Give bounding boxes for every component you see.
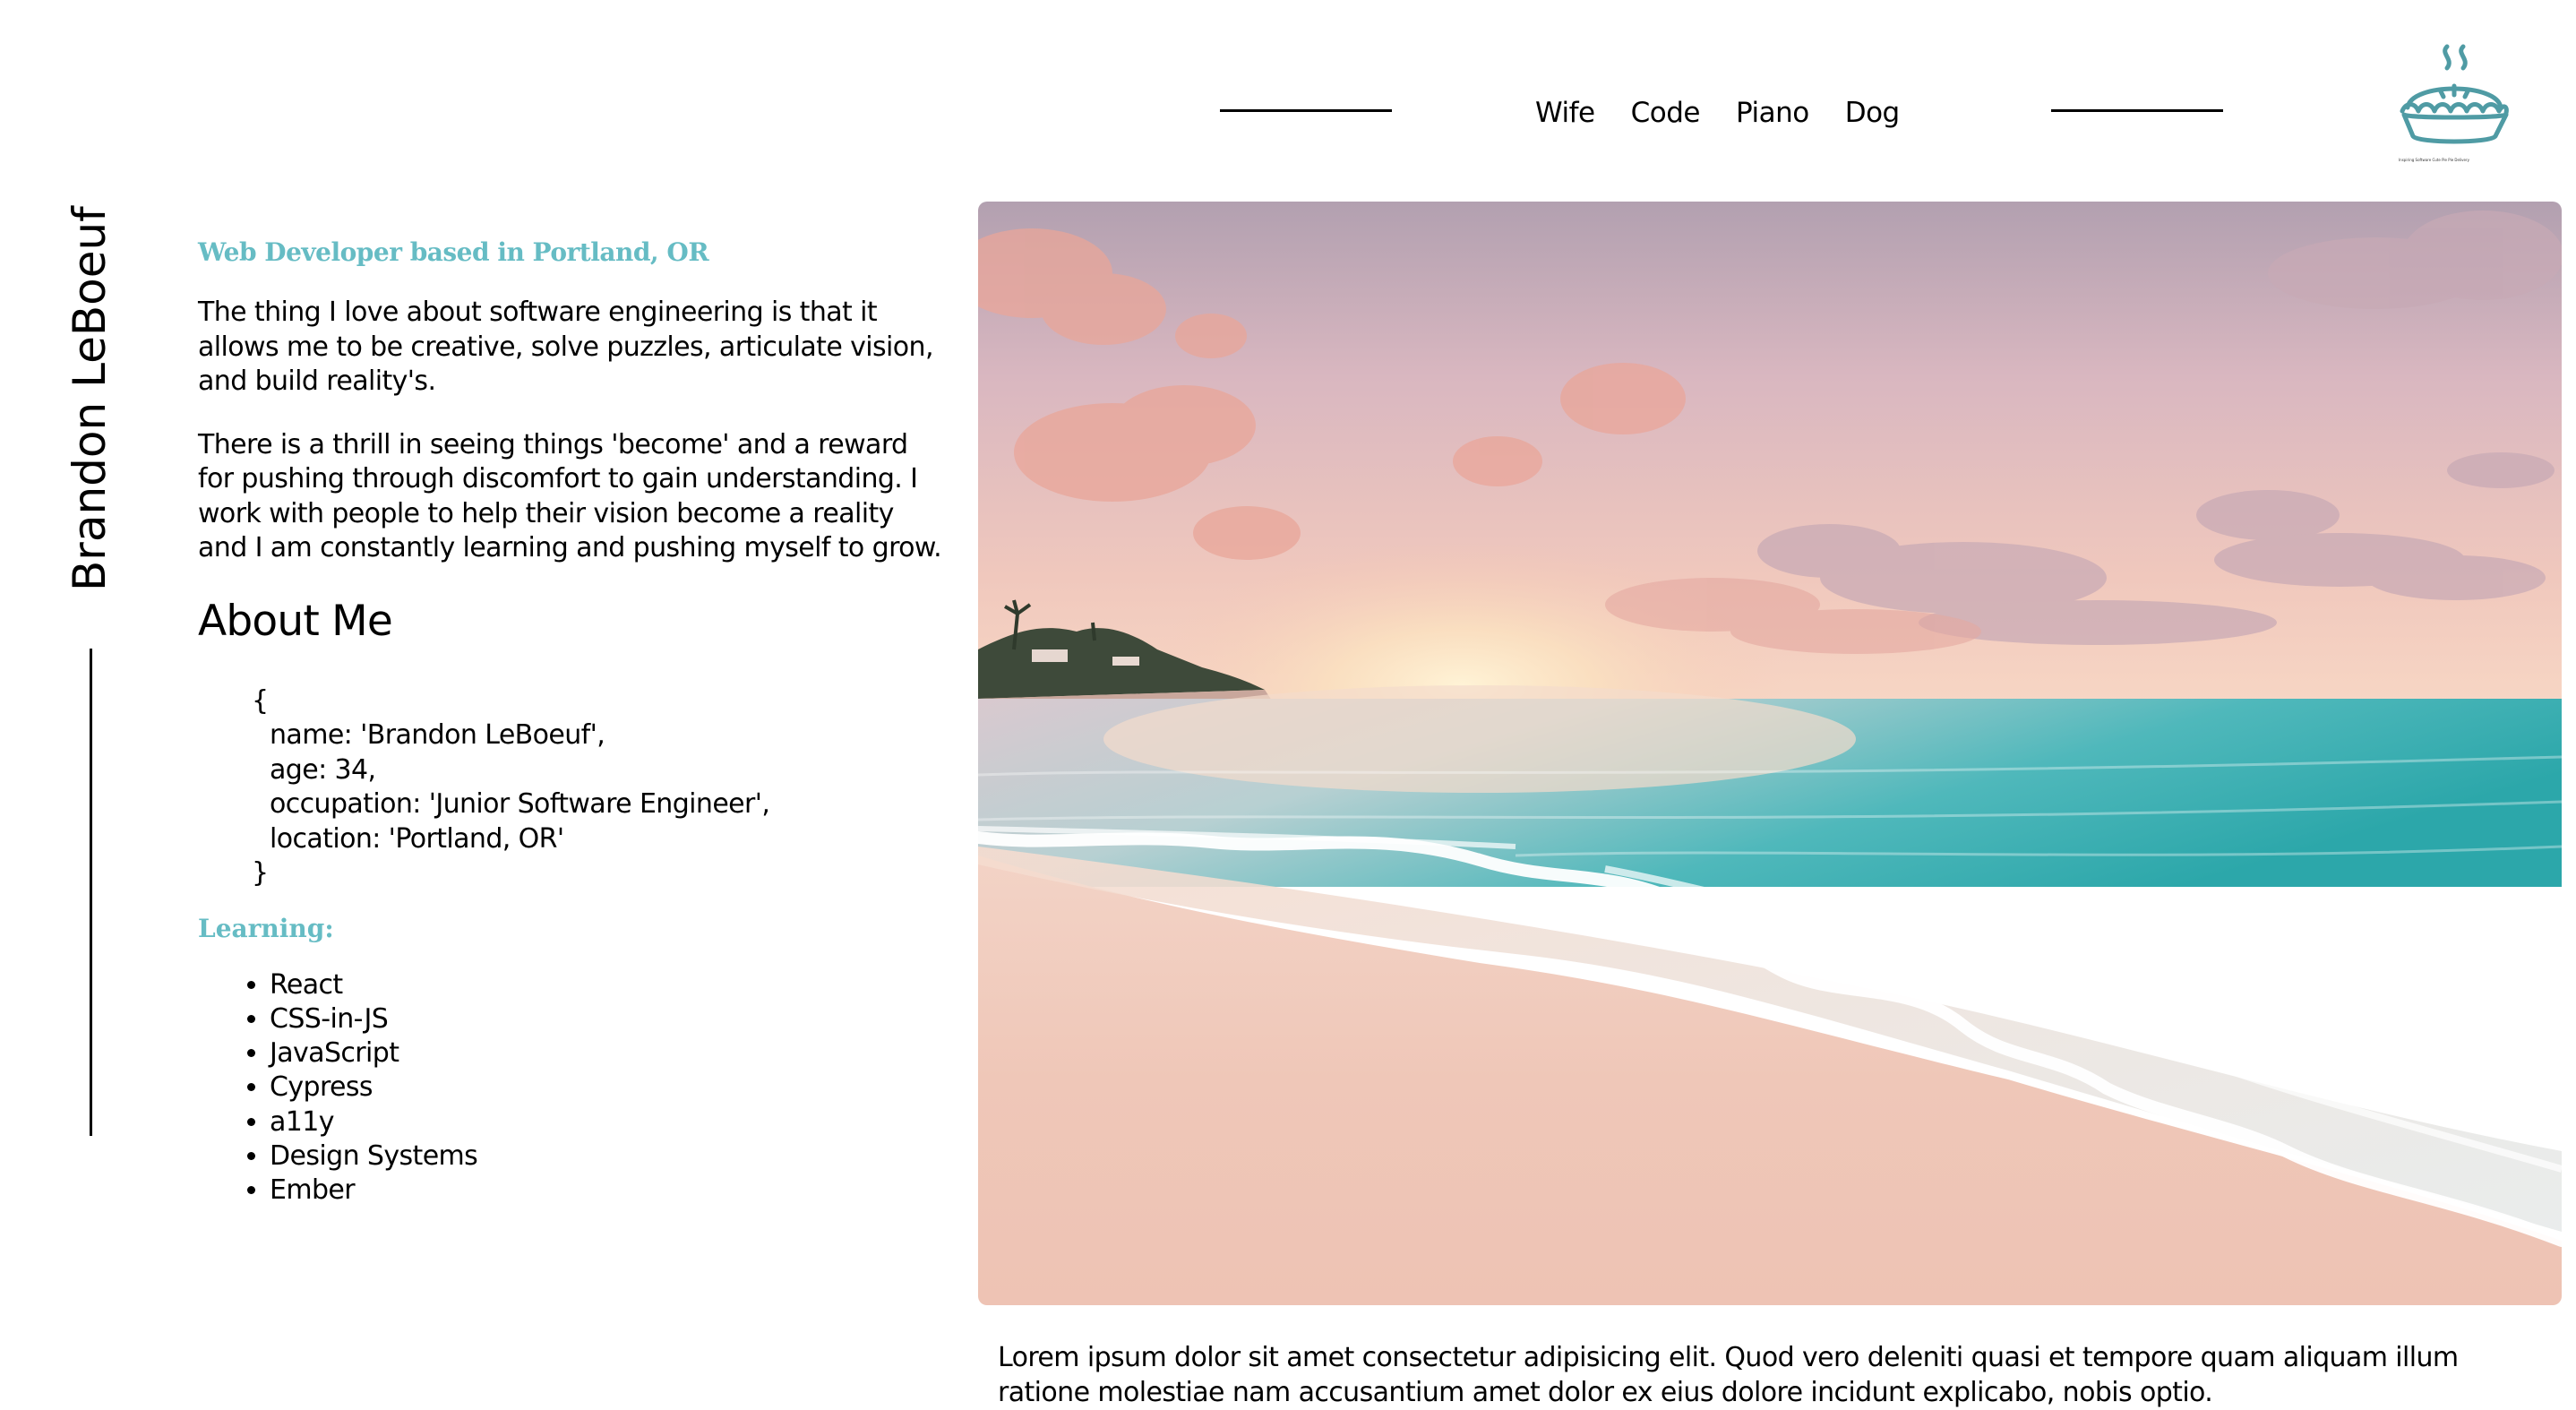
- image-caption: Lorem ipsum dolor sit amet consectetur a…: [998, 1342, 2459, 1408]
- intro-content: Web Developer based in Portland, OR The …: [198, 235, 942, 1208]
- list-item: CSS-in-JS: [270, 1002, 941, 1036]
- nav-divider-right: [2051, 109, 2223, 112]
- learning-list: React CSS-in-JS JavaScript Cypress a11y …: [198, 968, 941, 1208]
- sidebar-divider: [90, 649, 92, 1136]
- about-line-occupation: occupation: 'Junior Software Engineer',: [270, 788, 770, 820]
- vertical-name: Brandon LeBoeuf: [64, 206, 116, 591]
- learning-heading: Learning:: [198, 913, 334, 943]
- site-logo[interactable]: Inspiring Software Cute Pie Pie Delivery: [2391, 39, 2517, 174]
- intro-paragraph-1: The thing I love about software engineer…: [198, 297, 933, 397]
- about-line-age: age: 34,: [270, 753, 376, 786]
- list-item: Ember: [270, 1174, 941, 1208]
- about-object: { name: 'Brandon LeBoeuf', age: 34, occu…: [252, 684, 941, 891]
- list-item: a11y: [270, 1105, 941, 1139]
- nav-links: Wife Code Piano Dog: [1535, 84, 1900, 142]
- hero-image: [978, 202, 2562, 1305]
- pie-icon: [2400, 44, 2509, 144]
- nav-link-piano[interactable]: Piano: [1736, 97, 1809, 129]
- logo-caption: Inspiring Software Cute Pie Pie Delivery: [2399, 158, 2470, 162]
- about-line-name: name: 'Brandon LeBoeuf',: [270, 719, 605, 751]
- nav-divider-left: [1220, 109, 1392, 112]
- nav-link-dog[interactable]: Dog: [1845, 97, 1901, 129]
- top-nav: Wife Code Piano Dog: [1220, 84, 2223, 142]
- list-item: JavaScript: [270, 1036, 941, 1070]
- about-heading: About Me: [198, 596, 393, 646]
- beach-sunset-image: [978, 202, 2562, 1305]
- intro-paragraph-2: There is a thrill in seeing things 'beco…: [198, 428, 942, 564]
- list-item: Cypress: [270, 1070, 941, 1105]
- list-item: Design Systems: [270, 1139, 941, 1174]
- about-line-location: location: 'Portland, OR': [270, 822, 564, 855]
- open-brace: {: [252, 684, 269, 717]
- nav-link-wife[interactable]: Wife: [1535, 97, 1595, 129]
- nav-link-code[interactable]: Code: [1631, 97, 1701, 129]
- list-item: React: [270, 968, 941, 1002]
- tagline: Web Developer based in Portland, OR: [198, 237, 709, 267]
- close-brace: }: [252, 857, 269, 889]
